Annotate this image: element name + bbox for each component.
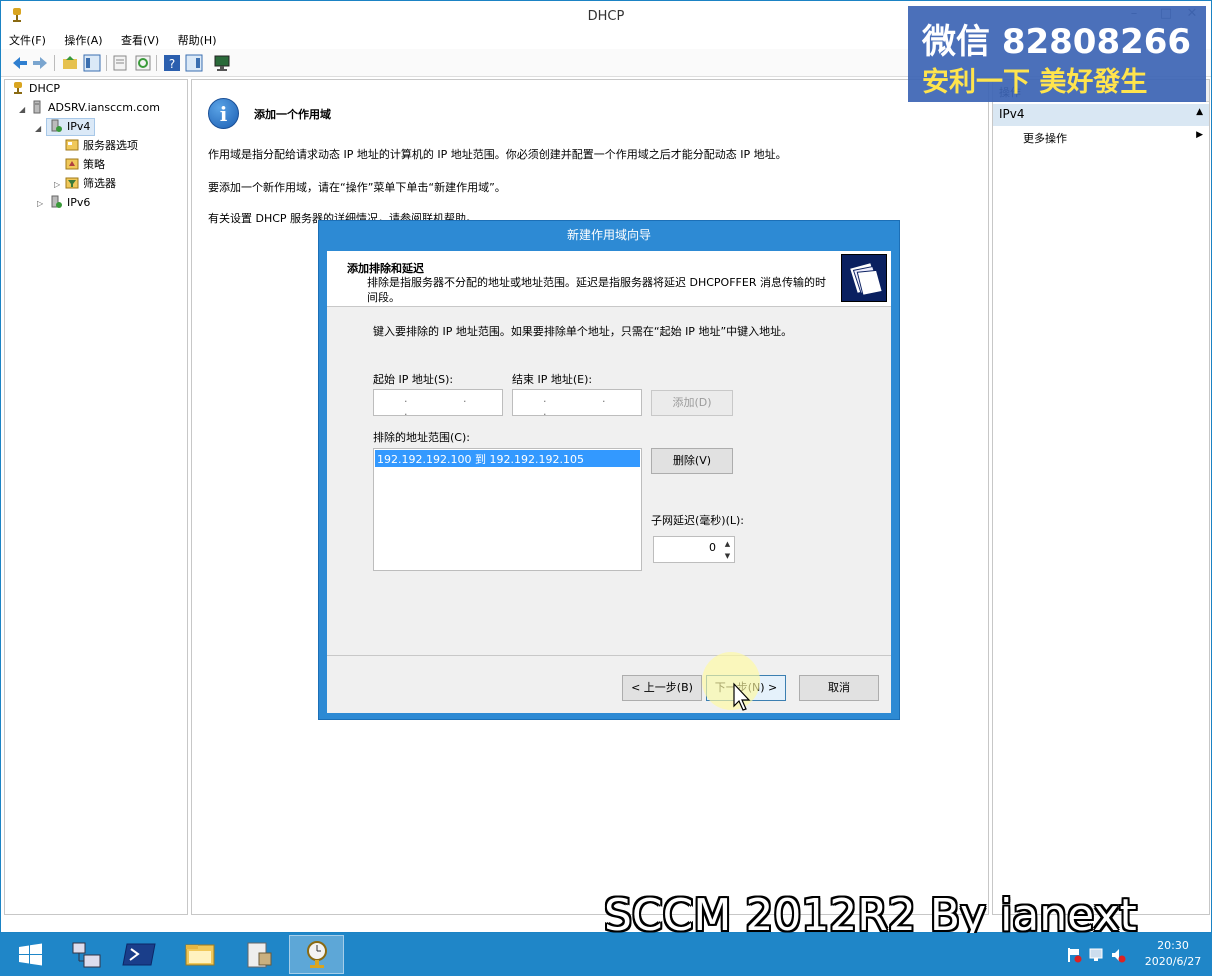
info-icon: i (208, 98, 239, 129)
toolbar-separator (54, 55, 55, 71)
help-icon[interactable]: ? (163, 54, 181, 72)
speaker-muted-icon[interactable] (1110, 947, 1126, 963)
wizard-header-title: 添加排除和延迟 (347, 262, 424, 275)
server-options-icon (65, 139, 79, 151)
svg-text:?: ? (169, 57, 175, 71)
wizard-header: 添加排除和延迟 排除是指服务器不分配的地址或地址范围。延迟是指服务器将延迟 DH… (327, 251, 891, 307)
tree-label-dhcp: DHCP (29, 82, 61, 95)
more-actions-label: 更多操作 (1023, 132, 1067, 145)
taskbar-clock[interactable]: 20:30 2020/6/27 (1140, 938, 1206, 970)
server-monitor-icon[interactable] (213, 54, 231, 72)
cancel-button[interactable]: 取消 (799, 675, 879, 701)
actions-section-ipv4[interactable]: IPv4 ▲ (993, 104, 1209, 126)
tree-node-policies[interactable]: 策略 (65, 156, 105, 174)
show-action-pane-icon[interactable] (185, 54, 203, 72)
windows-start-icon[interactable] (3, 935, 58, 974)
subnet-delay-value: 0 (709, 541, 716, 554)
watermark-line-2: 安利一下 美好發生 (922, 67, 1148, 98)
package-installer-icon[interactable] (231, 935, 286, 974)
tree-label-ipv6: IPv6 (67, 196, 91, 209)
console-tree: DHCP ◢ ADSRV.iansccm.com ◢ IPv4 服务器选项 策略… (4, 79, 188, 915)
content-heading: 添加一个作用域 (254, 108, 331, 121)
refresh-icon[interactable] (134, 54, 152, 72)
tree-node-ipv4[interactable]: IPv4 (46, 118, 96, 136)
start-ip-label: 起始 IP 地址(S): (373, 373, 454, 386)
dhcp-icon (14, 82, 22, 94)
content-paragraph-1: 作用域是指分配给请求动态 IP 地址的计算机的 IP 地址范围。你必须创建并配置… (208, 148, 787, 161)
watermark-line-1: 微信 82808266 (922, 22, 1192, 62)
menu-view[interactable]: 查看(V) (113, 29, 166, 48)
up-folder-icon[interactable] (61, 54, 79, 72)
wizard-separator (327, 655, 891, 656)
wizard-title[interactable]: 新建作用域向导 (319, 221, 899, 249)
tree-label-filters: 筛选器 (83, 177, 116, 190)
toolbar-separator (156, 55, 157, 71)
flag-tray-icon[interactable] (1066, 947, 1082, 963)
filters-icon (65, 177, 79, 189)
wechat-watermark: 微信 82808266 安利一下 美好發生 (908, 6, 1206, 102)
tree-node-dhcp[interactable]: DHCP (11, 80, 60, 98)
subnet-delay-stepper[interactable]: 0 ▲ ▼ (653, 536, 735, 563)
new-scope-wizard-dialog: 新建作用域向导 添加排除和延迟 排除是指服务器不分配的地址或地址范围。延迟是指服… (318, 220, 900, 720)
server-manager-icon[interactable] (58, 935, 113, 974)
tree-label-ipv4: IPv4 (67, 120, 91, 133)
policies-icon (65, 158, 79, 170)
content-paragraph-2: 要添加一个新作用域，请在“操作”菜单下单击“新建作用域”。 (208, 181, 506, 194)
mouse-pointer-icon (733, 682, 751, 711)
ipv4-icon (51, 119, 62, 132)
show-console-tree-icon[interactable] (83, 54, 101, 72)
wizard-instruction: 键入要排除的 IP 地址范围。如果要排除单个地址，只需在“起始 IP 地址”中键… (373, 325, 793, 338)
menu-file[interactable]: 文件(F) (1, 29, 53, 48)
remove-button[interactable]: 删除(V) (651, 448, 733, 474)
tree-node-server-options[interactable]: 服务器选项 (65, 137, 138, 155)
more-actions-item[interactable]: 更多操作 (1023, 130, 1067, 146)
powershell-icon[interactable] (113, 935, 168, 974)
clock-date: 2020/6/27 (1144, 955, 1202, 968)
end-ip-label: 结束 IP 地址(E): (512, 373, 593, 386)
expand-ipv6-icon[interactable]: ▷ (37, 199, 43, 208)
tree-node-server[interactable]: ADSRV.iansccm.com (30, 99, 160, 117)
decrement-icon[interactable]: ▼ (721, 550, 734, 562)
back-button[interactable]: < 上一步(B) (622, 675, 702, 701)
tree-label-server-options: 服务器选项 (83, 139, 138, 152)
subnet-delay-label: 子网延迟(毫秒)(L): (651, 514, 745, 527)
wizard-body: 添加排除和延迟 排除是指服务器不分配的地址或地址范围。延迟是指服务器将延迟 DH… (327, 251, 891, 713)
server-icon (33, 100, 41, 114)
tree-label-server: ADSRV.iansccm.com (48, 101, 160, 114)
properties-icon[interactable] (111, 54, 129, 72)
excluded-range-list[interactable]: 192.192.192.100 到 192.192.192.105 (373, 448, 642, 571)
tree-node-ipv6[interactable]: IPv6 (49, 194, 90, 212)
actions-section-label: IPv4 (999, 107, 1025, 121)
taskbar (0, 933, 1212, 976)
back-arrow-icon[interactable] (11, 54, 29, 72)
ipv6-icon (51, 195, 62, 208)
actions-pane: 操作 IPv4 ▲ 更多操作 ▶ (992, 79, 1210, 915)
submenu-arrow-icon: ▶ (1196, 130, 1203, 140)
list-item[interactable]: 192.192.192.100 到 192.192.192.105 (375, 450, 640, 467)
excluded-range-label: 排除的地址范围(C): (373, 431, 470, 444)
collapse-ipv4-icon[interactable]: ◢ (35, 124, 41, 133)
clock-time: 20:30 (1157, 939, 1189, 952)
forward-arrow-icon[interactable] (31, 54, 49, 72)
collapse-section-icon[interactable]: ▲ (1196, 107, 1203, 117)
wizard-folders-icon (841, 254, 887, 302)
tree-label-policies: 策略 (83, 158, 105, 171)
menu-help[interactable]: 帮助(H) (170, 29, 224, 48)
menu-action[interactable]: 操作(A) (56, 29, 109, 48)
add-button[interactable]: 添加(D) (651, 390, 733, 416)
toolbar-separator (106, 55, 107, 71)
increment-icon[interactable]: ▲ (721, 538, 734, 550)
wizard-header-description: 排除是指服务器不分配的地址或地址范围。延迟是指服务器将延迟 DHCPOFFER … (367, 276, 826, 304)
dhcp-taskbar-icon (307, 941, 327, 968)
taskbar-dhcp-app[interactable] (289, 935, 344, 974)
end-ip-input[interactable]: · · · (512, 389, 642, 421)
expand-filters-icon[interactable]: ▷ (54, 180, 60, 189)
network-tray-icon[interactable] (1088, 947, 1104, 963)
file-explorer-icon[interactable] (173, 935, 228, 974)
start-ip-input[interactable]: · · · (373, 389, 503, 421)
collapse-server-icon[interactable]: ◢ (19, 105, 25, 114)
tree-node-filters[interactable]: 筛选器 (65, 175, 116, 193)
